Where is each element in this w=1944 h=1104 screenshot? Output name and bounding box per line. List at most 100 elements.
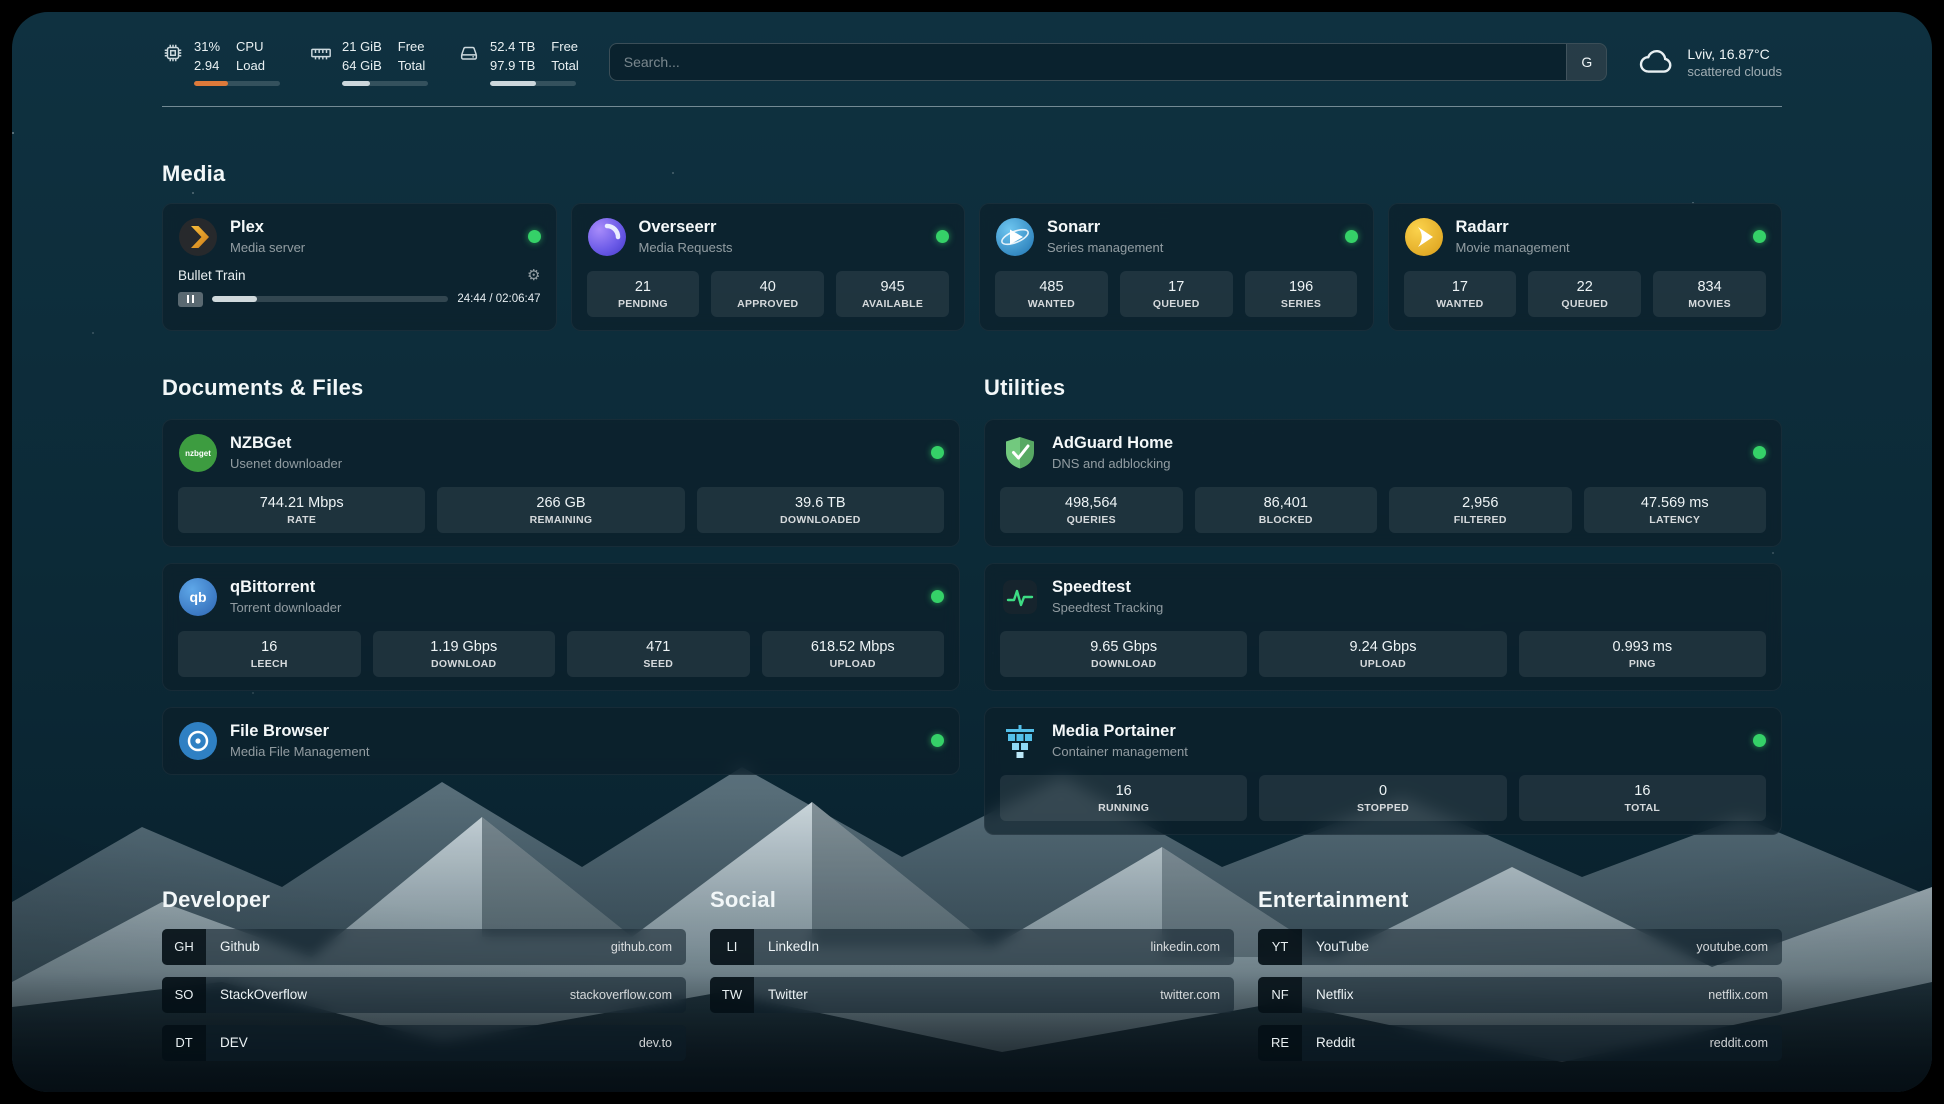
topbar-divider xyxy=(162,106,1782,107)
app-name: Overseerr xyxy=(639,218,733,238)
stat-value: 266 GB xyxy=(443,495,678,511)
bookmark-netflix[interactable]: NF Netflix netflix.com xyxy=(1258,977,1782,1013)
utilities-column: Utilities AdGuard xyxy=(984,375,1782,835)
stat-value: 1.19 Gbps xyxy=(379,639,550,655)
disk-total: 97.9 TB xyxy=(490,57,535,76)
overseerr-card[interactable]: Overseerr Media Requests 21 PENDING 40 A… xyxy=(571,203,966,331)
stat-value: 86,401 xyxy=(1201,495,1372,511)
stat-tile: 0.993 ms PING xyxy=(1519,631,1766,677)
cpu-percent: 31% xyxy=(194,38,220,57)
bookmark-github[interactable]: GH Github github.com xyxy=(162,929,686,965)
plex-card[interactable]: Plex Media server Bullet Train ⚙ 24:44 /… xyxy=(162,203,557,331)
stat-label: RUNNING xyxy=(1006,802,1241,814)
stat-value: 16 xyxy=(1006,783,1241,799)
bookmarks-grid: Developer GH Github github.com SO StackO… xyxy=(162,887,1782,1073)
bookmark-linkedin[interactable]: LI LinkedIn linkedin.com xyxy=(710,929,1234,965)
stat-label: BLOCKED xyxy=(1201,514,1372,526)
bookmark-abbr: RE xyxy=(1258,1025,1302,1061)
stat-label: TOTAL xyxy=(1525,802,1760,814)
plex-player: 24:44 / 02:06:47 xyxy=(178,292,541,307)
developer-column: Developer GH Github github.com SO StackO… xyxy=(162,887,686,1073)
stat-value: 40 xyxy=(717,279,818,295)
stat-label: RATE xyxy=(184,514,419,526)
stat-tile: 17 QUEUED xyxy=(1120,271,1233,317)
disk-usage-bar xyxy=(490,81,576,86)
stat-label: UPLOAD xyxy=(1265,658,1500,670)
stat-label: LEECH xyxy=(184,658,355,670)
stat-tile: 266 GB REMAINING xyxy=(437,487,684,533)
search-provider-button[interactable]: G xyxy=(1566,44,1606,80)
stat-tile: 9.65 Gbps DOWNLOAD xyxy=(1000,631,1247,677)
app-name: Radarr xyxy=(1456,218,1570,238)
status-online-dot xyxy=(931,734,944,747)
bookmark-youtube[interactable]: YT YouTube youtube.com xyxy=(1258,929,1782,965)
stat-tile: 86,401 BLOCKED xyxy=(1195,487,1378,533)
stat-tile: 744.21 Mbps RATE xyxy=(178,487,425,533)
bookmark-name: Twitter xyxy=(768,987,808,1002)
bookmark-dev[interactable]: DT DEV dev.to xyxy=(162,1025,686,1061)
stat-label: AVAILABLE xyxy=(842,298,943,310)
stat-value: 39.6 TB xyxy=(703,495,938,511)
app-description: Container management xyxy=(1052,744,1188,759)
memory-free: 21 GiB xyxy=(342,38,382,57)
bookmark-stackoverflow[interactable]: SO StackOverflow stackoverflow.com xyxy=(162,977,686,1013)
radarr-card[interactable]: Radarr Movie management 17 WANTED 22 QUE… xyxy=(1388,203,1783,331)
app-description: DNS and adblocking xyxy=(1052,456,1173,471)
portainer-icon xyxy=(1000,721,1040,761)
bookmark-url: netflix.com xyxy=(1708,988,1768,1002)
status-online-dot xyxy=(936,230,949,243)
svg-text:qb: qb xyxy=(189,589,206,605)
app-name: Speedtest xyxy=(1052,578,1163,598)
bookmark-name: Netflix xyxy=(1316,987,1354,1002)
search-input[interactable] xyxy=(610,44,1567,80)
filebrowser-card[interactable]: File Browser Media File Management xyxy=(162,707,960,775)
portainer-card[interactable]: Media Portainer Container management 16 … xyxy=(984,707,1782,835)
stat-tile: 945 AVAILABLE xyxy=(836,271,949,317)
bookmark-twitter[interactable]: TW Twitter twitter.com xyxy=(710,977,1234,1013)
section-title-utilities: Utilities xyxy=(984,375,1782,401)
playback-progress-bar[interactable] xyxy=(212,296,448,302)
dashboard-window: 31% 2.94 CPU Load xyxy=(12,12,1932,1092)
nzbget-card[interactable]: nzbget NZBGet Usenet downloader 744.21 M… xyxy=(162,419,960,547)
bookmark-reddit[interactable]: RE Reddit reddit.com xyxy=(1258,1025,1782,1061)
sonarr-card[interactable]: Sonarr Series management 485 WANTED 17 Q… xyxy=(979,203,1374,331)
memory-total: 64 GiB xyxy=(342,57,382,76)
stat-tile: 17 WANTED xyxy=(1404,271,1517,317)
status-online-dot xyxy=(931,590,944,603)
disk-widget: 52.4 TB 97.9 TB Free Total xyxy=(458,38,579,86)
speedtest-card[interactable]: Speedtest Speedtest Tracking 9.65 Gbps D… xyxy=(984,563,1782,691)
stat-tile: 16 RUNNING xyxy=(1000,775,1247,821)
bookmark-url: stackoverflow.com xyxy=(570,988,672,1002)
stat-tile: 2,956 FILTERED xyxy=(1389,487,1572,533)
stat-value: 47.569 ms xyxy=(1590,495,1761,511)
stat-label: MOVIES xyxy=(1659,298,1760,310)
app-name: File Browser xyxy=(230,722,369,742)
app-name: Plex xyxy=(230,218,305,238)
bookmark-name: YouTube xyxy=(1316,939,1369,954)
bookmark-abbr: YT xyxy=(1258,929,1302,965)
status-online-dot xyxy=(1753,446,1766,459)
app-description: Speedtest Tracking xyxy=(1052,600,1163,615)
stat-value: 834 xyxy=(1659,279,1760,295)
pause-icon[interactable] xyxy=(178,292,203,307)
stat-value: 9.24 Gbps xyxy=(1265,639,1500,655)
stat-value: 21 xyxy=(593,279,694,295)
qbittorrent-card[interactable]: qb qBittorrent Torrent downloader 16 LEE… xyxy=(162,563,960,691)
cpu-label-1: CPU xyxy=(236,38,265,57)
topbar: 31% 2.94 CPU Load xyxy=(162,38,1782,86)
status-online-dot xyxy=(1345,230,1358,243)
status-online-dot xyxy=(528,230,541,243)
adguard-card[interactable]: AdGuard Home DNS and adblocking 498,564 … xyxy=(984,419,1782,547)
speedtest-icon xyxy=(1000,577,1040,617)
cpu-loadavg: 2.94 xyxy=(194,57,220,76)
bookmark-abbr: DT xyxy=(162,1025,206,1061)
qbittorrent-icon: qb xyxy=(178,577,218,617)
stat-label: STOPPED xyxy=(1265,802,1500,814)
settings-gear-icon[interactable]: ⚙ xyxy=(527,268,540,283)
stat-value: 16 xyxy=(1525,783,1760,799)
stat-label: WANTED xyxy=(1001,298,1102,310)
bookmark-abbr: SO xyxy=(162,977,206,1013)
stat-tile: 39.6 TB DOWNLOADED xyxy=(697,487,944,533)
stat-tile: 471 SEED xyxy=(567,631,750,677)
memory-usage-bar xyxy=(342,81,428,86)
